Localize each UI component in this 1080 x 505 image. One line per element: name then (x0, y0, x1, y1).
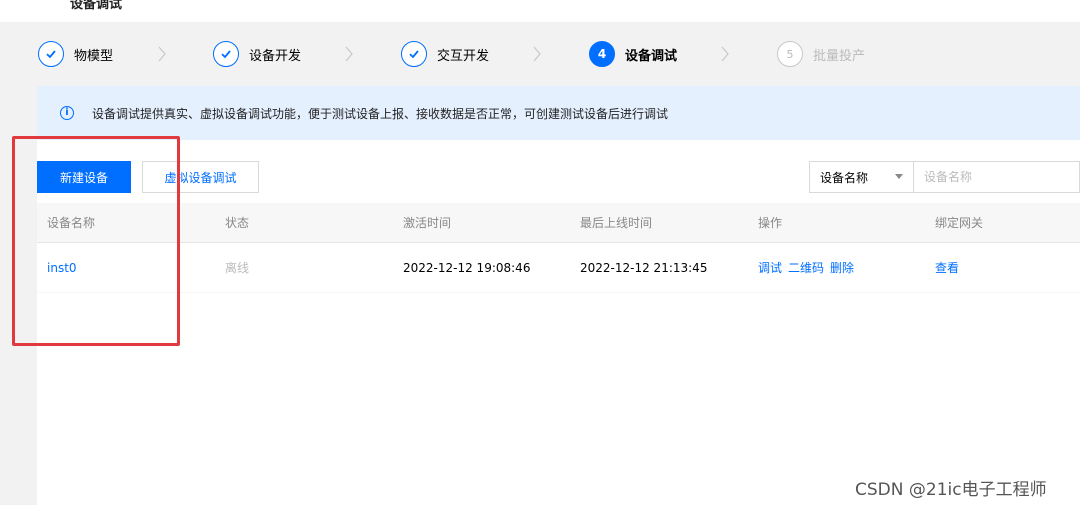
step-model[interactable]: 物模型 (38, 41, 113, 67)
chevron-right-icon (157, 46, 167, 62)
info-text: 设备调试提供真实、虚拟设备调试功能，便于测试设备上报、接收数据是否正常，可创建测… (92, 106, 669, 121)
chevron-right-icon (720, 46, 730, 62)
info-banner: i 设备调试提供真实、虚拟设备调试功能，便于测试设备上报、接收数据是否正常，可创… (37, 86, 1080, 140)
breadcrumb: 设备调试 (70, 0, 123, 12)
check-icon (401, 41, 427, 67)
view-gateway-link[interactable]: 查看 (935, 243, 959, 293)
page: 设备调试 物模型 设备开发 交互开发 4 设备调试 5 批量投产 i 设备调试提… (0, 0, 1080, 505)
column-header[interactable]: 状态 (225, 203, 249, 243)
activated-time: 2022-12-12 19:08:46 (403, 261, 531, 275)
step-label: 设备调试 (625, 48, 678, 64)
check-icon (38, 41, 64, 67)
caret-down-icon (895, 174, 903, 179)
qrcode-link[interactable]: 二维码 (788, 261, 824, 275)
table-row: inst0 离线 2022-12-12 19:08:46 2022-12-12 … (37, 243, 1080, 293)
check-icon (213, 41, 239, 67)
table-header: 设备名称 状态 激活时间 最后上线时间 操作 绑定网关 (37, 203, 1080, 243)
virtual-debug-button[interactable]: 虚拟设备调试 (142, 161, 259, 193)
info-icon: i (60, 106, 74, 120)
last-online-time: 2022-12-12 21:13:45 (580, 261, 708, 275)
search-input[interactable] (914, 161, 1080, 193)
step-label: 交互开发 (437, 48, 490, 64)
step-number-badge: 5 (777, 41, 803, 67)
device-name-link[interactable]: inst0 (47, 243, 77, 293)
step-mass-production[interactable]: 5 批量投产 (777, 41, 865, 67)
step-device-debug[interactable]: 4 设备调试 (589, 41, 677, 67)
step-indicator: 物模型 设备开发 交互开发 4 设备调试 5 批量投产 (22, 22, 1080, 86)
actions-cell: 调试 二维码 删除 (758, 243, 860, 293)
column-header[interactable]: 最后上线时间 (580, 203, 652, 243)
delete-link[interactable]: 删除 (830, 261, 854, 275)
column-header: 绑定网关 (935, 216, 984, 230)
step-label: 批量投产 (813, 48, 866, 64)
new-device-button[interactable]: 新建设备 (37, 161, 131, 193)
status-text: 离线 (225, 261, 250, 275)
column-header: 操作 (758, 216, 783, 230)
chevron-right-icon (344, 46, 354, 62)
page-header: 设备调试 (0, 0, 1080, 22)
column-header[interactable]: 激活时间 (403, 203, 451, 243)
step-interaction-dev[interactable]: 交互开发 (401, 41, 489, 67)
step-label: 设备开发 (249, 48, 302, 64)
step-device-dev[interactable]: 设备开发 (213, 41, 301, 67)
column-header[interactable]: 设备名称 (47, 203, 95, 243)
chevron-right-icon (532, 46, 542, 62)
search-field-select[interactable]: 设备名称 (809, 161, 914, 193)
debug-link[interactable]: 调试 (758, 261, 782, 275)
step-label: 物模型 (74, 48, 114, 64)
step-number-badge: 4 (589, 41, 615, 67)
search-field-selected: 设备名称 (820, 170, 869, 185)
watermark: CSDN @21ic电子工程师 (855, 480, 1047, 500)
toolbar: 新建设备 虚拟设备调试 设备名称 (37, 161, 1080, 193)
main-panel: i 设备调试提供真实、虚拟设备调试功能，便于测试设备上报、接收数据是否正常，可创… (37, 86, 1080, 505)
device-table: 设备名称 状态 激活时间 最后上线时间 操作 绑定网关 inst0 离线 202… (37, 203, 1080, 293)
